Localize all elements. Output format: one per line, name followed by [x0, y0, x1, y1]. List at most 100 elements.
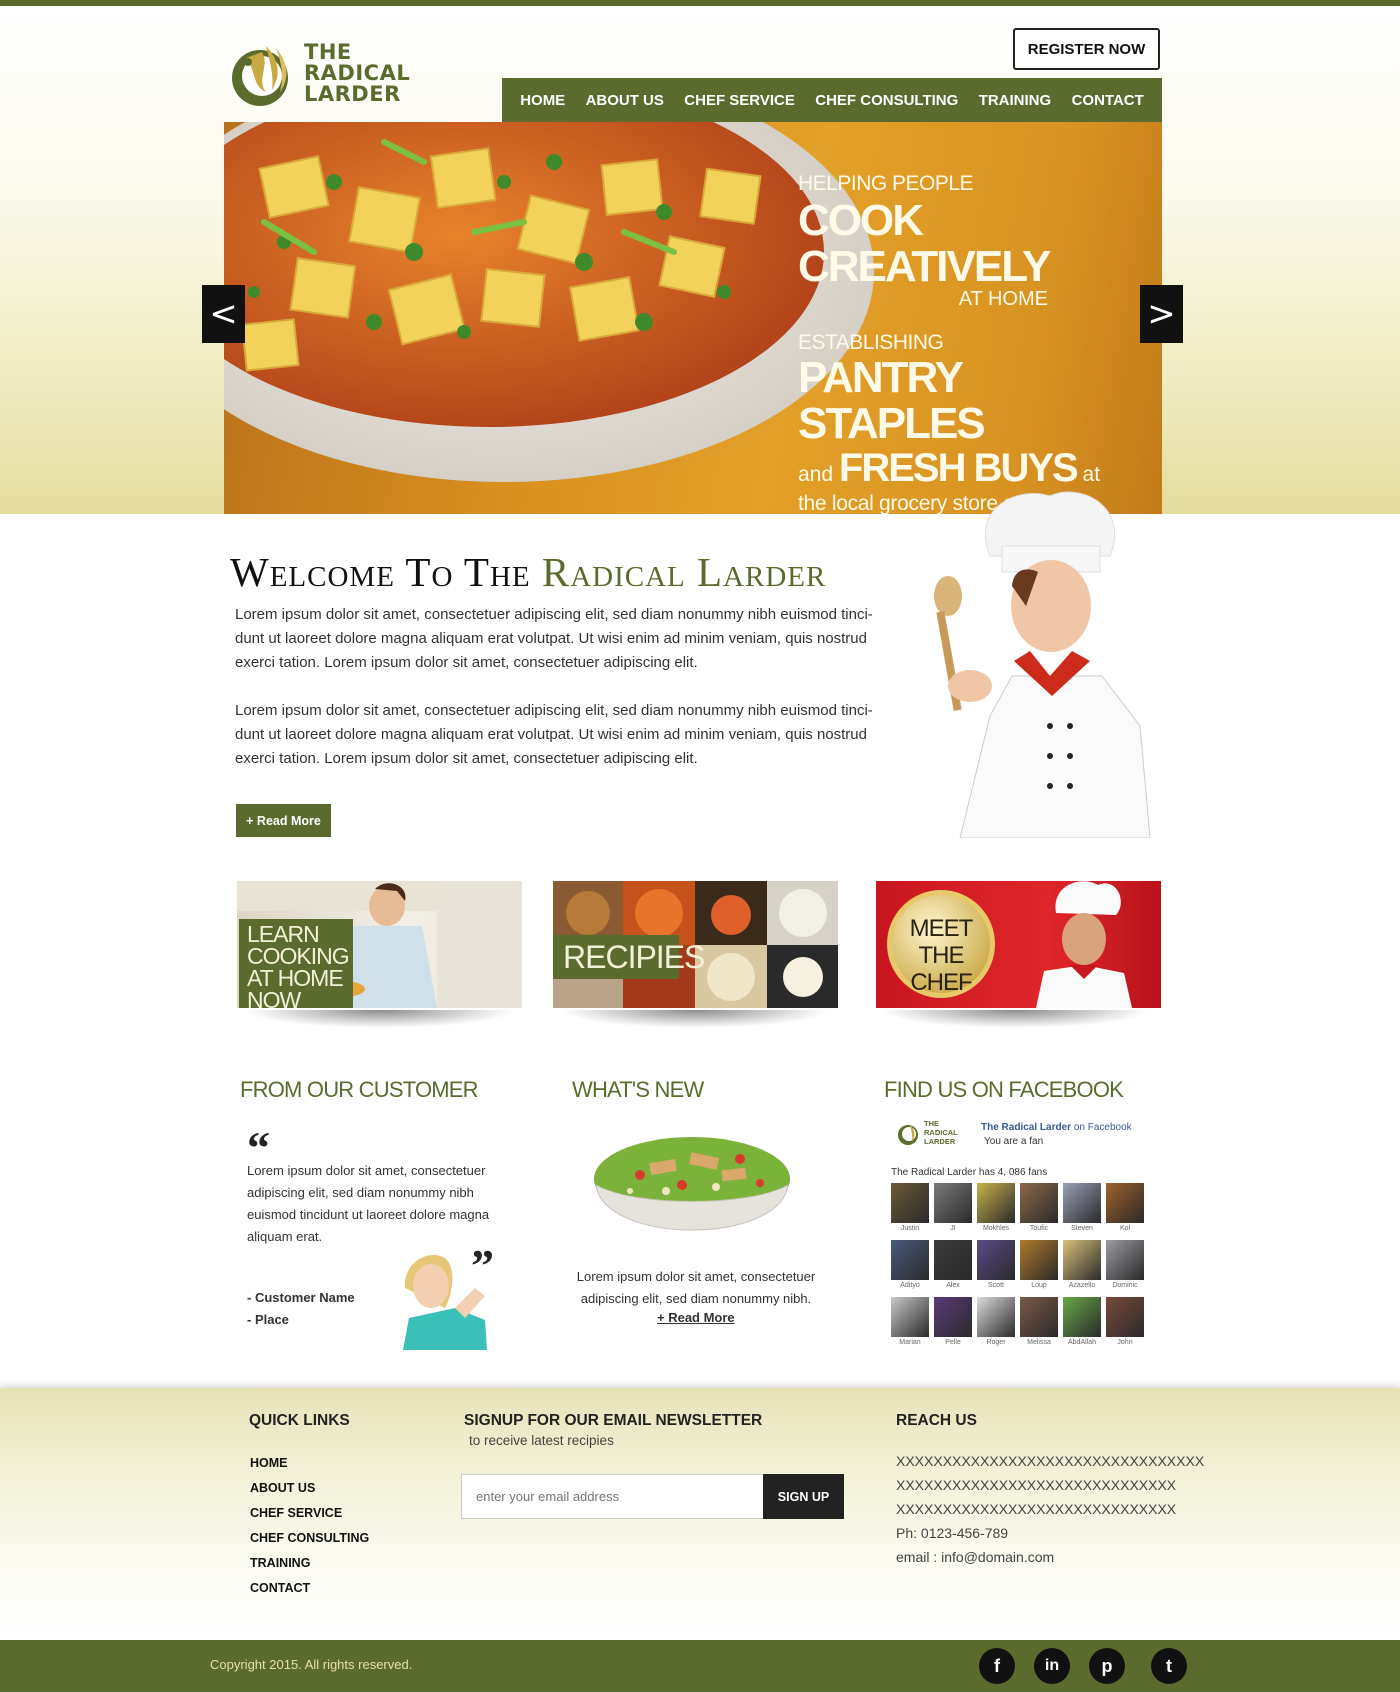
quick-link-training[interactable]: TRAINING	[250, 1551, 369, 1576]
slider-next-button[interactable]: >	[1140, 285, 1183, 343]
learn-cooking-tile[interactable]: LEARN COOKING AT HOME NOW	[237, 881, 522, 1008]
fan-name: Mokhles	[982, 1225, 1010, 1232]
salad-bowl-image	[594, 1137, 790, 1231]
fan-avatar	[1106, 1240, 1144, 1280]
nav-about-us[interactable]: ABOUT US	[586, 92, 664, 109]
quick-link-contact[interactable]: CONTACT	[250, 1576, 369, 1601]
welcome-paragraph-1: Lorem ipsum dolor sit amet, consectetuer…	[235, 606, 873, 671]
facebook-fan[interactable]: Adityo	[891, 1240, 929, 1289]
facebook-section-title: FIND US ON FACEBOOK	[884, 1077, 1124, 1102]
bird-logo-icon	[232, 46, 288, 106]
hero-line-1: HELPING PEOPLE	[798, 172, 974, 195]
facebook-fan[interactable]: Alex	[934, 1240, 972, 1289]
quick-links-title: QUICK LINKS	[249, 1412, 350, 1429]
testimonial-author: - Customer Name - Place	[247, 1290, 355, 1327]
chef-woman-image	[934, 491, 1151, 838]
facebook-page-link[interactable]: The Radical Larder on Facebook	[981, 1122, 1132, 1133]
facebook-fan[interactable]: Dominic	[1106, 1240, 1144, 1289]
hero-slider: HELPING PEOPLE COOK CREATIVELY AT HOME E…	[224, 122, 1162, 514]
fan-name: AbdAllah	[1067, 1339, 1097, 1346]
nav-chef-service[interactable]: CHEF SERVICE	[684, 92, 795, 109]
facebook-fan[interactable]: AbdAllah	[1063, 1297, 1101, 1346]
facebook-fans-grid: Justin JI Mokhles Toufic Steven Kol Adityo Alex…	[891, 1183, 1144, 1346]
slider-prev-button[interactable]: <	[202, 285, 245, 343]
facebook-fan[interactable]: Kol	[1106, 1183, 1144, 1232]
register-now-button[interactable]: REGISTER NOW	[1013, 28, 1160, 70]
tile-shadow	[880, 1010, 1150, 1028]
linkedin-icon[interactable]: in	[1034, 1648, 1070, 1684]
facebook-fan[interactable]: Marian	[891, 1297, 929, 1346]
facebook-fan[interactable]: Steven	[1063, 1183, 1101, 1232]
newsletter-signup-button[interactable]: SIGN UP	[763, 1474, 844, 1519]
fan-avatar	[1063, 1240, 1101, 1280]
fan-name: Roger	[986, 1339, 1006, 1346]
facebook-page-logo[interactable]: THE RADICAL LARDER	[896, 1119, 976, 1149]
fan-name: Kol	[1119, 1225, 1131, 1232]
pinterest-icon[interactable]: p	[1089, 1648, 1125, 1684]
fan-avatar	[977, 1240, 1015, 1280]
welcome-read-more-button[interactable]: + Read More	[236, 804, 331, 837]
site-logo[interactable]: THE RADICAL LARDER	[226, 40, 426, 110]
fan-avatar	[1020, 1297, 1058, 1337]
facebook-fan[interactable]: Toufic	[1020, 1183, 1058, 1232]
twitter-icon[interactable]: t	[1151, 1648, 1187, 1684]
facebook-fan-count: The Radical Larder has 4, 086 fans	[891, 1167, 1048, 1178]
facebook-fan[interactable]: Loup	[1020, 1240, 1058, 1289]
hero-line-3: AT HOME	[958, 288, 1048, 310]
hero-line-5: PANTRY STAPLES	[798, 353, 986, 448]
copyright-text: Copyright 2015. All rights reserved.	[210, 1657, 413, 1672]
facebook-fan[interactable]: John	[1106, 1297, 1144, 1346]
fan-name: Scott	[988, 1282, 1004, 1289]
fan-avatar	[1020, 1240, 1058, 1280]
fan-avatar	[1106, 1297, 1144, 1337]
nav-home[interactable]: HOME	[520, 92, 565, 109]
facebook-fan[interactable]: Mokhles	[977, 1183, 1015, 1232]
facebook-fan[interactable]: Scott	[977, 1240, 1015, 1289]
quick-link-home[interactable]: HOME	[250, 1451, 369, 1476]
testimonial-text: Lorem ipsum dolor sit amet, consectetuer…	[247, 1163, 490, 1244]
main-nav: HOME ABOUT US CHEF SERVICE CHEF CONSULTI…	[502, 78, 1162, 122]
reach-us-title: REACH US	[896, 1412, 977, 1429]
fan-avatar	[934, 1183, 972, 1223]
welcome-paragraph-2: Lorem ipsum dolor sit amet, consectetuer…	[235, 702, 873, 767]
hero-headline: HELPING PEOPLE COOK CREATIVELY AT HOME E…	[798, 172, 1138, 514]
fan-avatar	[1063, 1183, 1101, 1223]
quick-link-chef-consulting[interactable]: CHEF CONSULTING	[250, 1526, 369, 1551]
fan-name: Dominic	[1112, 1282, 1138, 1289]
fan-name: John	[1117, 1339, 1133, 1346]
facebook-fan[interactable]: Pelle	[934, 1297, 972, 1346]
fan-name: Justin	[900, 1225, 920, 1232]
facebook-fan[interactable]: Justin	[891, 1183, 929, 1232]
whats-new-section-title: WHAT'S NEW	[572, 1077, 704, 1102]
fan-avatar	[1063, 1297, 1101, 1337]
logo-wordmark: THE RADICAL LARDER	[304, 40, 411, 106]
chevron-right-icon: >	[1147, 294, 1176, 334]
recipes-tile[interactable]: RECIPIES	[553, 881, 838, 1008]
fan-avatar	[1020, 1183, 1058, 1223]
nav-chef-consulting[interactable]: CHEF CONSULTING	[815, 92, 958, 109]
facebook-widget: THE RADICAL LARDER The Radical Larder on…	[888, 1117, 1150, 1357]
facebook-fan[interactable]: Azazello	[1063, 1240, 1101, 1289]
nav-contact[interactable]: CONTACT	[1072, 92, 1144, 109]
address-line-3: XXXXXXXXXXXXXXXXXXXXXXXXXXXXXX	[896, 1501, 1177, 1517]
quick-link-chef-service[interactable]: CHEF SERVICE	[250, 1501, 369, 1526]
contact-email[interactable]: email : info@domain.com	[896, 1545, 1204, 1569]
facebook-fan[interactable]: Roger	[977, 1297, 1015, 1346]
whats-new-read-more-link[interactable]: + Read More	[657, 1310, 735, 1325]
fan-avatar	[1106, 1183, 1144, 1223]
hero-line-2: COOK CREATIVELY	[798, 196, 1051, 291]
fan-name: Marian	[899, 1339, 921, 1346]
nav-training[interactable]: TRAINING	[979, 92, 1052, 109]
fan-name: Alex	[946, 1282, 960, 1289]
newsletter-email-input[interactable]	[462, 1475, 763, 1518]
fan-avatar	[934, 1297, 972, 1337]
quick-link-about-us[interactable]: ABOUT US	[250, 1476, 369, 1501]
facebook-fan[interactable]: JI	[934, 1183, 972, 1232]
facebook-icon[interactable]: f	[979, 1648, 1015, 1684]
chevron-left-icon: <	[209, 294, 238, 334]
tile-shadow	[560, 1010, 830, 1028]
quick-links-list: HOME ABOUT US CHEF SERVICE CHEF CONSULTI…	[250, 1451, 369, 1601]
meet-the-chef-tile[interactable]: MEET THE CHEF	[876, 881, 1161, 1008]
facebook-fan[interactable]: Melissa	[1020, 1297, 1058, 1346]
learn-cooking-label: LEARN COOKING AT HOME NOW	[239, 919, 353, 1008]
